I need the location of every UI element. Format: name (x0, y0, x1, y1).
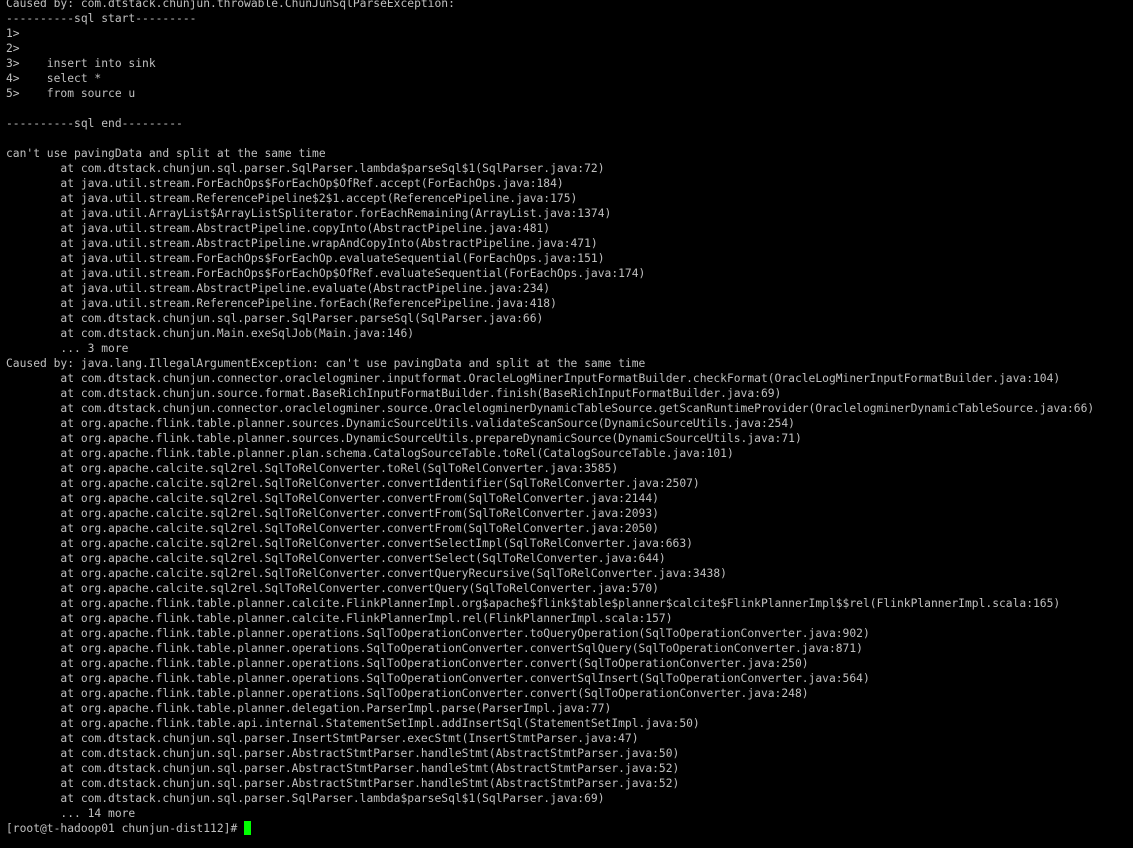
terminal-line: at com.dtstack.chunjun.Main.exeSqlJob(Ma… (6, 327, 415, 340)
terminal-output: Caused by: com.dtstack.chunjun.throwable… (6, 0, 1133, 821)
terminal-line: at org.apache.calcite.sql2rel.SqlToRelCo… (6, 582, 659, 595)
terminal-line: at org.apache.flink.table.planner.operat… (6, 687, 809, 700)
terminal-line: at org.apache.flink.table.planner.calcit… (6, 597, 1061, 610)
terminal-line: at org.apache.flink.table.planner.operat… (6, 642, 863, 655)
terminal-line: at com.dtstack.chunjun.sql.parser.SqlPar… (6, 792, 605, 805)
terminal-line: at org.apache.flink.table.planner.operat… (6, 657, 809, 670)
terminal-line: at org.apache.calcite.sql2rel.SqlToRelCo… (6, 552, 666, 565)
terminal-line: ----------sql end--------- (6, 117, 183, 130)
terminal-window[interactable]: Caused by: com.dtstack.chunjun.throwable… (0, 0, 1133, 848)
terminal-line: at org.apache.calcite.sql2rel.SqlToRelCo… (6, 537, 693, 550)
terminal-line: at org.apache.calcite.sql2rel.SqlToRelCo… (6, 567, 727, 580)
terminal-line: 2> (6, 42, 20, 55)
terminal-line: at com.dtstack.chunjun.source.format.Bas… (6, 387, 782, 400)
text-cursor (244, 821, 252, 835)
terminal-line: at org.apache.flink.table.planner.operat… (6, 672, 870, 685)
terminal-line: 4> select * (6, 72, 102, 85)
terminal-line: can't use pavingData and split at the sa… (6, 147, 326, 160)
terminal-line: Caused by: com.dtstack.chunjun.throwable… (6, 0, 455, 10)
terminal-line: at com.dtstack.chunjun.sql.parser.Abstra… (6, 762, 680, 775)
terminal-line: at java.util.ArrayList$ArrayListSplitera… (6, 207, 612, 220)
terminal-line: ... 14 more (6, 807, 136, 820)
terminal-line: ----------sql start--------- (6, 12, 197, 25)
terminal-line: at com.dtstack.chunjun.sql.parser.SqlPar… (6, 162, 605, 175)
terminal-line: 5> from source u (6, 87, 136, 100)
terminal-line: at org.apache.flink.table.planner.delega… (6, 702, 612, 715)
terminal-line: at org.apache.calcite.sql2rel.SqlToRelCo… (6, 477, 700, 490)
terminal-line: at java.util.stream.AbstractPipeline.cop… (6, 222, 551, 235)
terminal-line: at com.dtstack.chunjun.sql.parser.Abstra… (6, 777, 680, 790)
terminal-line: at java.util.stream.ForEachOps$ForEachOp… (6, 177, 564, 190)
terminal-line: at java.util.stream.AbstractPipeline.eva… (6, 282, 551, 295)
terminal-line: Caused by: java.lang.IllegalArgumentExce… (6, 357, 646, 370)
terminal-line: at com.dtstack.chunjun.sql.parser.Insert… (6, 732, 639, 745)
terminal-line: at com.dtstack.chunjun.sql.parser.SqlPar… (6, 312, 544, 325)
terminal-line: at org.apache.calcite.sql2rel.SqlToRelCo… (6, 507, 659, 520)
terminal-line: at java.util.stream.ReferencePipeline$2$… (6, 192, 578, 205)
terminal-line: at java.util.stream.ForEachOps$ForEachOp… (6, 252, 605, 265)
terminal-line: at org.apache.flink.table.planner.plan.s… (6, 447, 734, 460)
terminal-line: at java.util.stream.AbstractPipeline.wra… (6, 237, 598, 250)
terminal-line: at org.apache.flink.table.planner.source… (6, 417, 795, 430)
terminal-line: at com.dtstack.chunjun.connector.oraclel… (6, 372, 1061, 385)
terminal-line: 3> insert into sink (6, 57, 156, 70)
terminal-line: at org.apache.flink.table.planner.source… (6, 432, 802, 445)
terminal-line: at com.dtstack.chunjun.connector.oraclel… (6, 402, 1095, 415)
terminal-line: at org.apache.flink.table.planner.operat… (6, 627, 870, 640)
terminal-line: at org.apache.calcite.sql2rel.SqlToRelCo… (6, 522, 659, 535)
shell-prompt-line[interactable]: [root@t-hadoop01 chunjun-dist112]# (6, 821, 252, 836)
terminal-line: 1> (6, 27, 20, 40)
terminal-line: ... 3 more (6, 342, 129, 355)
shell-prompt: [root@t-hadoop01 chunjun-dist112]# (6, 822, 238, 835)
terminal-line: at org.apache.calcite.sql2rel.SqlToRelCo… (6, 462, 619, 475)
terminal-line: at org.apache.calcite.sql2rel.SqlToRelCo… (6, 492, 659, 505)
terminal-line: at org.apache.flink.table.planner.calcit… (6, 612, 673, 625)
terminal-line: at java.util.stream.ForEachOps$ForEachOp… (6, 267, 646, 280)
terminal-line: at org.apache.flink.table.api.internal.S… (6, 717, 700, 730)
terminal-line: at com.dtstack.chunjun.sql.parser.Abstra… (6, 747, 680, 760)
terminal-line: at java.util.stream.ReferencePipeline.fo… (6, 297, 557, 310)
